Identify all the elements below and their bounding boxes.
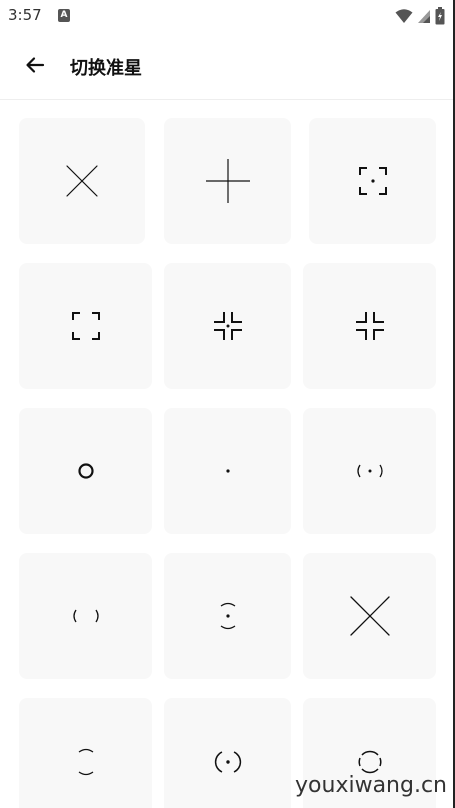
watermark: youxiwang.cn bbox=[295, 773, 447, 798]
crosshair-tile-inward-corners[interactable] bbox=[303, 263, 436, 389]
x-cross-icon bbox=[66, 165, 98, 197]
wifi-icon bbox=[395, 9, 413, 23]
status-bar: 3:57 A bbox=[0, 0, 455, 32]
status-icons bbox=[395, 7, 445, 25]
notification-app-icon: A bbox=[58, 9, 70, 22]
status-time: 3:57 bbox=[8, 6, 42, 24]
circle-broken-icon bbox=[358, 750, 381, 774]
page-title: 切换准星 bbox=[70, 58, 142, 79]
cell-signal-icon bbox=[418, 10, 430, 23]
crosshair-tile-arcs-dot[interactable] bbox=[164, 553, 291, 679]
crosshair-tile-x-thin[interactable] bbox=[19, 118, 145, 244]
crosshair-tile-dot[interactable] bbox=[164, 408, 291, 534]
crosshair-tile-brackets[interactable] bbox=[19, 263, 152, 389]
brackets-dot-icon bbox=[358, 167, 387, 195]
arcs-dot-icon bbox=[220, 602, 235, 630]
crosshair-tile-circle-dot-broken[interactable] bbox=[164, 698, 291, 808]
x-large-icon bbox=[349, 596, 390, 636]
crosshair-tile-inward-corners-dot[interactable] bbox=[164, 263, 291, 389]
crosshair-tile-brackets-dot[interactable] bbox=[309, 118, 436, 244]
inward-corners-icon bbox=[355, 312, 384, 340]
parens-dot-icon bbox=[356, 464, 383, 478]
parens-icon bbox=[72, 609, 99, 623]
crosshair-select-screen: 3:57 A 切换准星 youxiwang.cn bbox=[0, 0, 455, 808]
plus-cross-icon bbox=[205, 159, 250, 203]
circle-icon bbox=[77, 463, 94, 479]
crosshair-tile-parens[interactable] bbox=[19, 553, 152, 679]
back-button[interactable] bbox=[16, 46, 54, 84]
crosshair-tile-parens-dot[interactable] bbox=[303, 408, 436, 534]
arcs-icon bbox=[78, 748, 93, 776]
crosshair-tile-x-large[interactable] bbox=[303, 553, 436, 679]
brackets-icon bbox=[71, 312, 100, 340]
crosshair-tile-circle[interactable] bbox=[19, 408, 152, 534]
app-bar: 切换准星 bbox=[0, 32, 455, 100]
circle-dot-broken-icon bbox=[214, 751, 241, 773]
crosshair-tile-arcs[interactable] bbox=[19, 698, 152, 808]
crosshair-tile-plus-thin[interactable] bbox=[164, 118, 291, 244]
inward-corners-dot-icon bbox=[213, 312, 242, 340]
dot-icon bbox=[225, 469, 230, 473]
battery-icon bbox=[435, 7, 445, 25]
arrow-left-icon bbox=[26, 57, 45, 73]
